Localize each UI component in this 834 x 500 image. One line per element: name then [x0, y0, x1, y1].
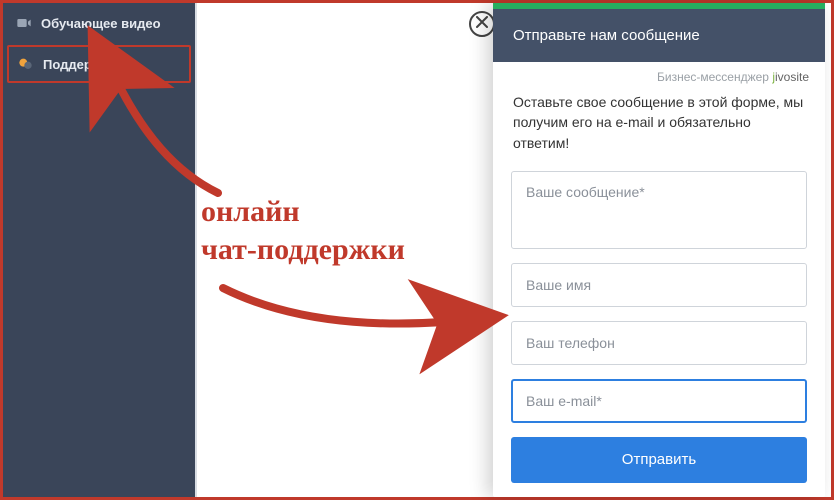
video-icon [15, 14, 33, 32]
sidebar-item-label: Обучающее видео [41, 16, 161, 31]
chat-brand-line: Бизнес-мессенджер jivosite [493, 62, 825, 88]
app-frame: Обучающее видео Поддержка Отправьте нам … [0, 0, 834, 500]
message-input[interactable] [511, 171, 807, 249]
chat-description: Оставьте свое сообщение в этой форме, мы… [493, 88, 825, 163]
send-button[interactable]: Отправить [511, 437, 807, 483]
chat-widget: Отправьте нам сообщение Бизнес-мессендже… [493, 3, 825, 497]
email-input[interactable] [511, 379, 807, 423]
sidebar-item-tutorial-video[interactable]: Обучающее видео [3, 3, 195, 43]
phone-input[interactable] [511, 321, 807, 365]
annotation-arrow-to-chat [213, 273, 503, 358]
brand-prefix: Бизнес-мессенджер [657, 70, 772, 84]
sidebar-item-label: Поддержка [43, 57, 115, 72]
chat-bubbles-icon [17, 55, 35, 73]
chat-header: Отправьте нам сообщение [493, 9, 825, 62]
jivosite-logo: jivosite [772, 70, 809, 84]
chat-header-title: Отправьте нам сообщение [513, 27, 700, 44]
annotation-line2: чат-поддержки [201, 231, 405, 269]
chat-form: Отправить [493, 163, 825, 491]
close-icon [476, 15, 488, 33]
close-button[interactable] [469, 11, 495, 37]
name-input[interactable] [511, 263, 807, 307]
annotation-arrow-to-sidebar [103, 71, 243, 206]
